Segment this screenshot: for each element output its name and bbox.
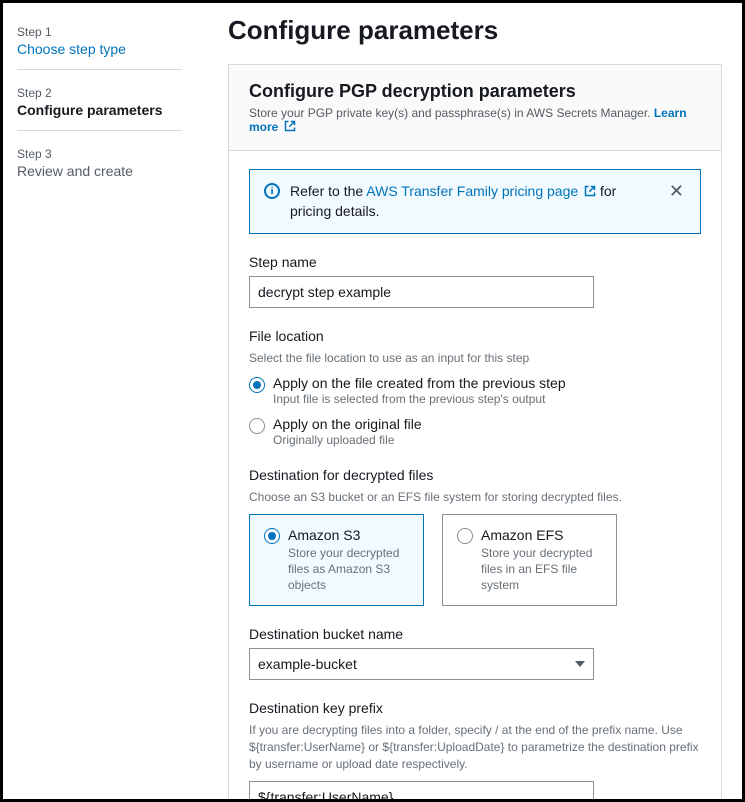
step-1-label: Step 1: [17, 25, 182, 39]
tile-s3-title: Amazon S3: [288, 527, 409, 543]
config-panel: Configure PGP decryption parameters Stor…: [228, 64, 722, 802]
tile-efs-title: Amazon EFS: [481, 527, 602, 543]
radio-icon[interactable]: [249, 418, 265, 434]
key-prefix-input[interactable]: [249, 781, 594, 802]
panel-header: Configure PGP decryption parameters Stor…: [229, 65, 721, 151]
info-text: Refer to the AWS Transfer Family pricing…: [290, 182, 657, 221]
radio-icon[interactable]: [264, 528, 280, 544]
step-2-label: Step 2: [17, 86, 182, 100]
panel-body: i Refer to the AWS Transfer Family prici…: [229, 151, 721, 802]
main-content: Configure parameters Configure PGP decry…: [192, 19, 722, 799]
bucket-select[interactable]: example-bucket: [249, 648, 594, 680]
file-location-option-original[interactable]: Apply on the original file Originally up…: [249, 416, 701, 447]
key-prefix-section: Destination key prefix If you are decryp…: [249, 700, 701, 802]
panel-title: Configure PGP decryption parameters: [249, 81, 701, 102]
destination-tiles: Amazon S3 Store your decrypted files as …: [249, 514, 701, 607]
panel-subtitle-text: Store your PGP private key(s) and passph…: [249, 106, 654, 120]
bucket-section: Destination bucket name example-bucket: [249, 626, 701, 680]
destination-section: Destination for decrypted files Choose a…: [249, 467, 701, 606]
destination-label: Destination for decrypted files: [249, 467, 701, 483]
step-name-label: Step name: [249, 254, 701, 270]
step-name-input[interactable]: [249, 276, 594, 308]
panel-subtitle: Store your PGP private key(s) and passph…: [249, 106, 701, 134]
key-prefix-help: If you are decrypting files into a folde…: [249, 722, 701, 772]
external-link-icon: [584, 185, 596, 197]
bucket-label: Destination bucket name: [249, 626, 701, 642]
file-location-section: File location Select the file location t…: [249, 328, 701, 447]
page-title: Configure parameters: [228, 15, 722, 46]
wizard-sidebar: Step 1 Choose step type Step 2 Configure…: [17, 19, 192, 799]
tile-s3-desc: Store your decrypted files as Amazon S3 …: [288, 545, 409, 594]
step-name-section: Step name: [249, 254, 701, 308]
chevron-down-icon: [575, 661, 585, 667]
external-link-icon: [284, 120, 296, 132]
option-previous-label: Apply on the file created from the previ…: [273, 375, 566, 391]
app-frame: Step 1 Choose step type Step 2 Configure…: [0, 0, 745, 802]
file-location-label: File location: [249, 328, 701, 344]
step-1-name[interactable]: Choose step type: [17, 41, 182, 57]
wizard-step-1[interactable]: Step 1 Choose step type: [17, 19, 182, 70]
tile-efs-desc: Store your decrypted files in an EFS fil…: [481, 545, 602, 594]
radio-icon[interactable]: [249, 377, 265, 393]
pricing-link[interactable]: AWS Transfer Family pricing page: [366, 183, 596, 199]
step-3-label: Step 3: [17, 147, 182, 161]
option-previous-help: Input file is selected from the previous…: [273, 392, 566, 406]
bucket-value: example-bucket: [258, 656, 357, 672]
info-icon: i: [264, 183, 280, 199]
step-2-name: Configure parameters: [17, 102, 182, 118]
file-location-help: Select the file location to use as an in…: [249, 350, 701, 367]
pricing-info-box: i Refer to the AWS Transfer Family prici…: [249, 169, 701, 234]
destination-help: Choose an S3 bucket or an EFS file syste…: [249, 489, 701, 506]
radio-icon[interactable]: [457, 528, 473, 544]
wizard-step-3: Step 3 Review and create: [17, 141, 182, 191]
info-text-prefix: Refer to the: [290, 183, 366, 199]
file-location-option-previous[interactable]: Apply on the file created from the previ…: [249, 375, 701, 406]
option-original-label: Apply on the original file: [273, 416, 422, 432]
tile-amazon-efs[interactable]: Amazon EFS Store your decrypted files in…: [442, 514, 617, 607]
option-original-help: Originally uploaded file: [273, 433, 422, 447]
step-3-name: Review and create: [17, 163, 182, 179]
tile-amazon-s3[interactable]: Amazon S3 Store your decrypted files as …: [249, 514, 424, 607]
close-icon[interactable]: ✕: [667, 182, 686, 200]
wizard-step-2: Step 2 Configure parameters: [17, 80, 182, 131]
key-prefix-label: Destination key prefix: [249, 700, 701, 716]
